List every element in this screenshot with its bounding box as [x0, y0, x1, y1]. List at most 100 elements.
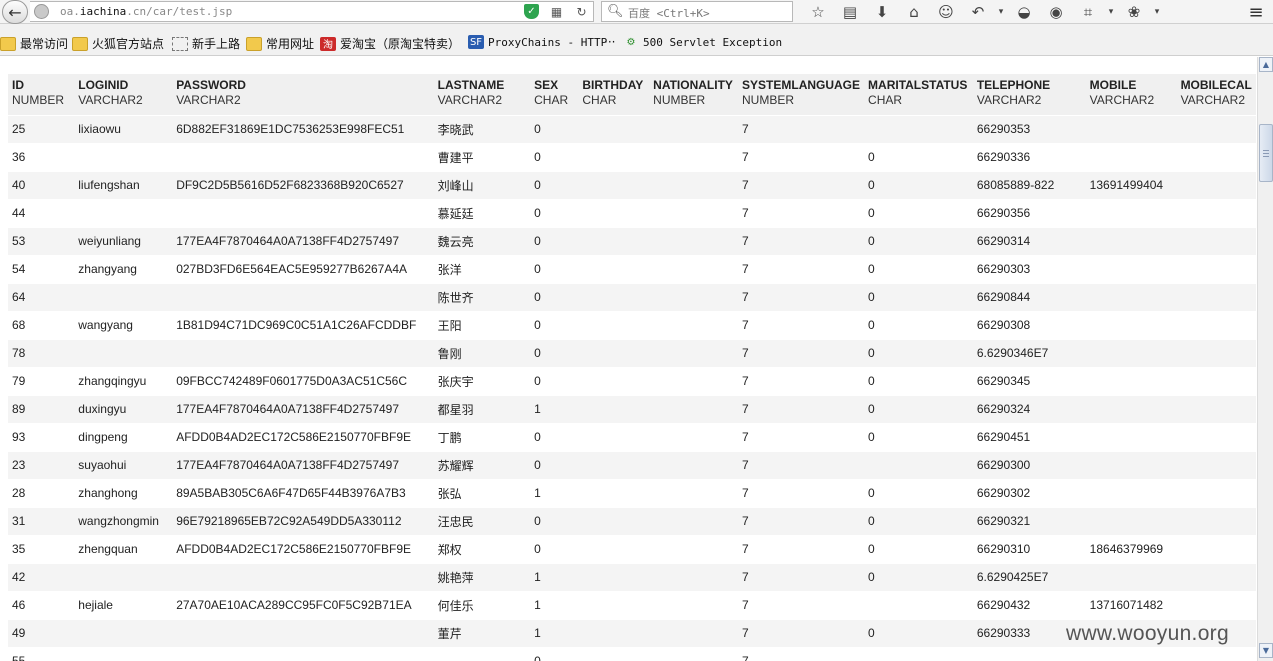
table-cell: 0: [530, 338, 579, 367]
table-cell: 1B81D94C71DC969C0C51A1C26AFCDDBF: [172, 310, 434, 339]
dropdown-icon[interactable]: ▾: [1150, 1, 1164, 23]
scroll-up-arrow-icon[interactable]: ▲: [1259, 57, 1273, 72]
table-cell: 1: [530, 590, 579, 619]
table-cell: 7: [738, 478, 865, 507]
column-header-loginid: LOGINID VARCHAR2: [74, 74, 173, 115]
vertical-scrollbar[interactable]: ▲ ▼: [1257, 57, 1273, 661]
menu-icon[interactable]: ≡: [1243, 1, 1269, 23]
table-cell: 李晓武: [433, 114, 531, 143]
bookmark-firefox-official[interactable]: 火狐官方站点: [72, 35, 164, 52]
chat-icon[interactable]: ◉: [1040, 1, 1072, 23]
table-row: 53 weiyunliang 177EA4F7870464A0A7138FF4D27…: [8, 226, 1256, 255]
table-cell: 66290432: [972, 590, 1086, 619]
table-cell: [172, 338, 434, 367]
table-cell: 49: [8, 618, 75, 647]
table-cell: [578, 226, 650, 255]
table-cell: 66290314: [972, 226, 1086, 255]
column-name: ID: [12, 78, 24, 92]
url-domain-main: iachina: [79, 5, 127, 18]
table-cell: 0: [530, 310, 579, 339]
bookmark-proxychains[interactable]: SF ProxyChains - HTTP: [468, 35, 607, 49]
bookmark-common-sites[interactable]: 常用网址: [246, 35, 314, 52]
table-row: 79 zhangqingyu 09FBCC742489F0601775D0A3AC5…: [8, 366, 1256, 395]
table-cell: 董芹: [433, 618, 531, 647]
table-cell: 66290353: [972, 114, 1086, 143]
table-cell: 0: [864, 338, 973, 367]
table-cell: [74, 646, 173, 661]
column-header-id: ID NUMBER: [8, 74, 75, 115]
star-icon[interactable]: ☆: [802, 1, 834, 23]
table-cell: [578, 338, 650, 367]
bookmark-label: 火狐官方站点: [92, 37, 165, 51]
download-icon[interactable]: ⬇: [866, 1, 898, 23]
table-cell: [649, 226, 739, 255]
address-bar[interactable]: oa.iachina.cn/car/test.jsp ✓ ▦ ↻: [30, 1, 594, 22]
search-input[interactable]: 🔍︎ 百度 <Ctrl+K>: [601, 1, 793, 22]
table-cell: 027BD3FD6E564EAC5E959277B6267A4A: [172, 254, 434, 283]
url-text[interactable]: oa.iachina.cn/car/test.jsp: [60, 5, 232, 18]
table-cell: [172, 282, 434, 311]
column-header-telephone: TELEPHONE VARCHAR2: [972, 74, 1086, 115]
table-cell: [578, 422, 650, 451]
table-row: 25 lixiaowu 6D882EF31869E1DC7536253E998FEC…: [8, 114, 1256, 143]
crop-icon[interactable]: ⌗: [1072, 1, 1104, 23]
table-row: 31 wangzhongmin 96E79218965EB72C92A549DD5A…: [8, 506, 1256, 535]
table-cell: 66290336: [972, 142, 1086, 171]
table-cell: 79: [8, 366, 75, 395]
back-button[interactable]: ←: [2, 0, 28, 24]
dropdown-icon[interactable]: ▾: [994, 1, 1008, 23]
table-cell: 7: [738, 646, 865, 661]
qrcode-icon[interactable]: ▦: [549, 4, 564, 19]
dropdown-icon[interactable]: ▾: [1104, 1, 1118, 23]
mask-icon[interactable]: ◒: [1008, 1, 1040, 23]
table-cell: 0: [864, 254, 973, 283]
bookmark-overflow[interactable]: ···: [604, 35, 615, 49]
table-cell: 40: [8, 170, 75, 199]
bookmark-getting-started[interactable]: 新手上路: [172, 35, 240, 52]
table-cell: 0: [864, 478, 973, 507]
table-cell: 何佳乐: [433, 590, 531, 619]
home-icon[interactable]: ⌂: [898, 1, 930, 23]
table-cell: [649, 422, 739, 451]
table-header: ID NUMBER LOGINID VARCHAR2 PASSWORD VARCHAR2 L…: [8, 74, 1256, 115]
undo-icon[interactable]: ↶: [962, 1, 994, 23]
gear-icon: ⚙: [626, 36, 636, 48]
shield-icon[interactable]: ✓: [524, 4, 539, 19]
table-cell: [578, 170, 650, 199]
scrollbar-thumb[interactable]: [1259, 124, 1273, 182]
table-cell: zhengquan: [74, 534, 173, 563]
table-cell: 张庆宇: [433, 366, 531, 395]
table-cell: [1176, 142, 1256, 171]
table-cell: [649, 450, 739, 479]
reload-icon[interactable]: ↻: [574, 4, 589, 19]
watermark: www.wooyun.org: [1066, 622, 1229, 645]
table-cell: 7: [738, 562, 865, 591]
table-cell: 7: [738, 282, 865, 311]
column-header-nationality: NATIONALITY NUMBER: [649, 74, 739, 115]
header-row: ID NUMBER LOGINID VARCHAR2 PASSWORD VARCHAR2 L…: [8, 74, 1256, 115]
smiley-icon[interactable]: ☺: [930, 1, 962, 23]
table-cell: [649, 254, 739, 283]
bookmark-servlet-exception[interactable]: ⚙ 500 Servlet Exception: [623, 35, 783, 49]
table-cell: 刘峰山: [433, 170, 531, 199]
table-cell: 7: [738, 226, 865, 255]
scroll-down-arrow-icon[interactable]: ▼: [1259, 643, 1273, 658]
bee-icon[interactable]: ❀: [1118, 1, 1150, 23]
bookmark-aitaobao[interactable]: 淘爱淘宝（原淘宝特卖）: [320, 35, 460, 52]
table-row: 46 hejiale 27A70AE10ACA289CC95FC0F5C92B71E…: [8, 590, 1256, 619]
table-row: 78 鲁刚 0 7 0 6.6290346E7: [8, 338, 1256, 367]
table-cell: duxingyu: [74, 394, 173, 423]
column-type: VARCHAR2: [1089, 93, 1155, 107]
table-row: 54 zhangyang 027BD3FD6E564EAC5E959277B6267…: [8, 254, 1256, 283]
table-cell: [578, 562, 650, 591]
table-cell: 78: [8, 338, 75, 367]
table-cell: [649, 170, 739, 199]
table-cell: [578, 282, 650, 311]
bookmark-most-visited[interactable]: 最常访问: [0, 35, 68, 52]
table-cell: [172, 562, 434, 591]
table-cell: 慕延廷: [433, 198, 531, 227]
clipboard-icon[interactable]: ▤: [834, 1, 866, 23]
bookmark-overflow-label: ···: [604, 35, 616, 49]
table-cell: zhangyang: [74, 254, 173, 283]
table-row: 36 曹建平 0 7 0 66290336: [8, 142, 1256, 171]
